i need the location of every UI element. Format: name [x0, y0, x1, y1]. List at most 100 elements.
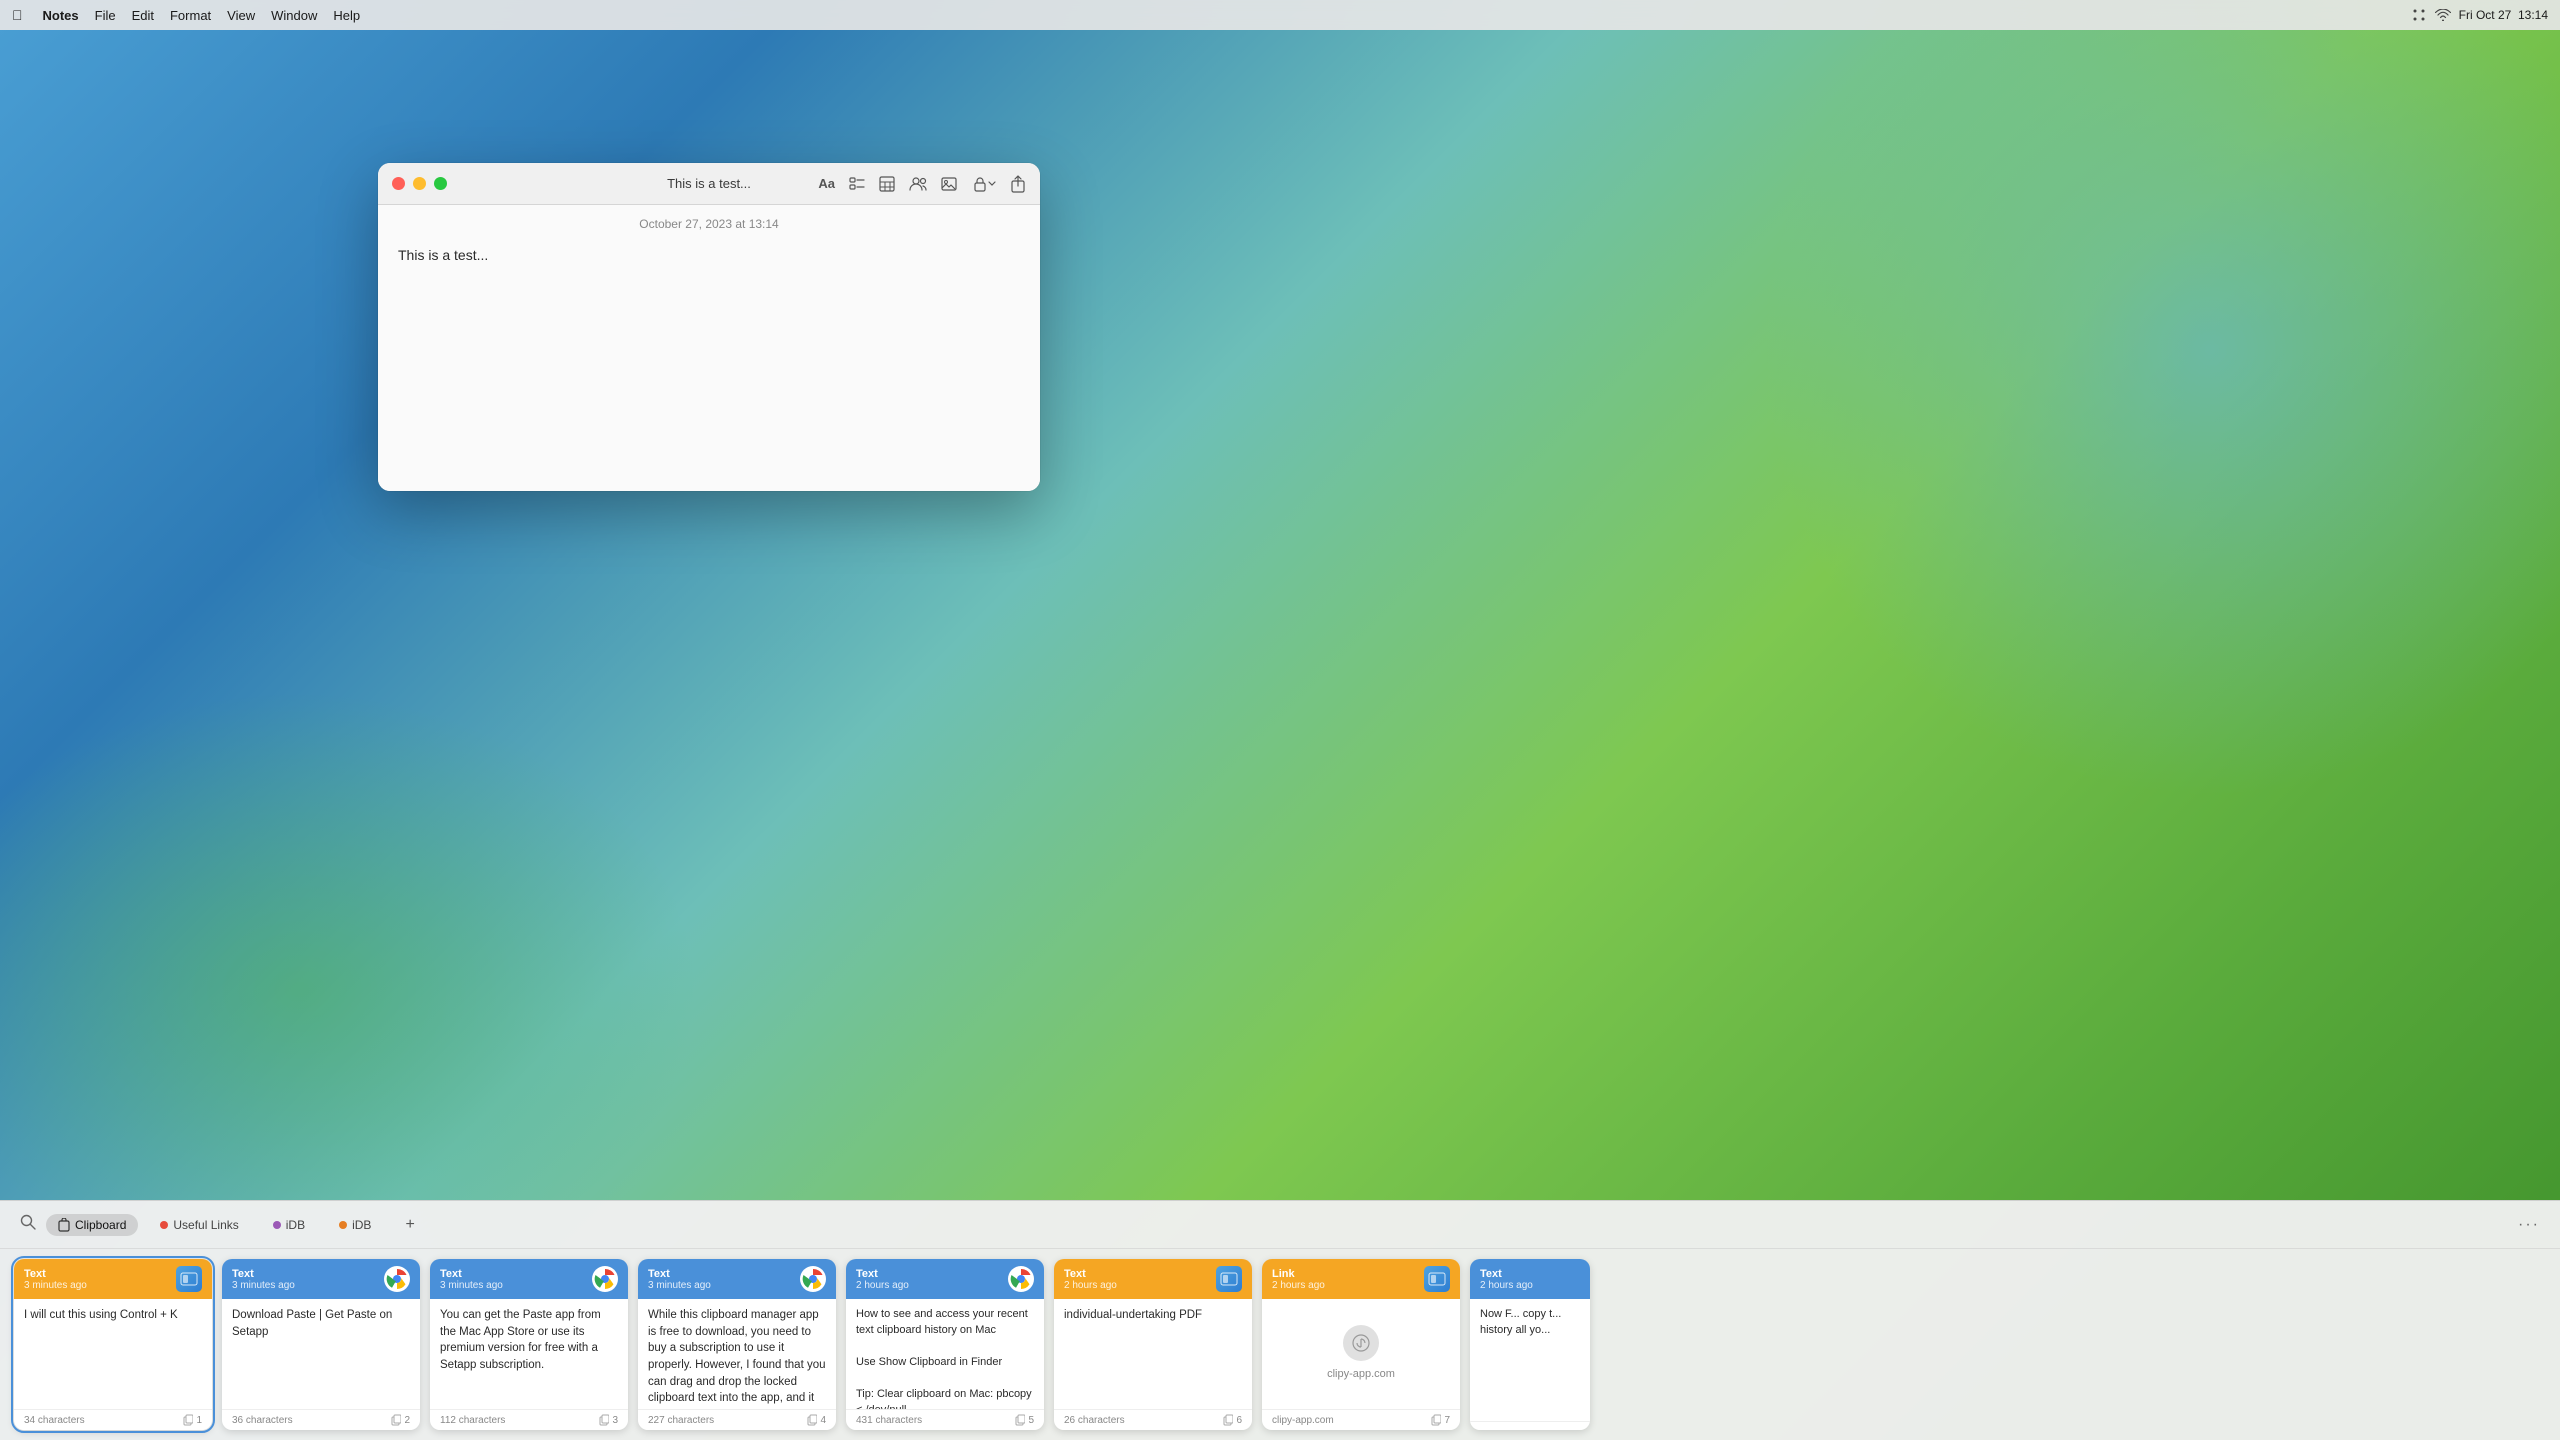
window-controls [392, 177, 447, 190]
clip-card-2-copy-count: 2 [404, 1415, 410, 1426]
tab-idb-2[interactable]: iDB [327, 1214, 383, 1236]
export-icon[interactable] [1010, 175, 1026, 193]
clip-card-4[interactable]: Text 3 minutes ago While this clipboard … [638, 1259, 836, 1430]
tab-idb-1[interactable]: iDB [261, 1214, 317, 1236]
clip-card-1-chars: 34 characters [24, 1415, 85, 1426]
menubar-format[interactable]: Format [170, 8, 211, 23]
clip-card-6-body: individual-undertaking PDF [1054, 1299, 1252, 1409]
link-preview-icon [1343, 1325, 1379, 1361]
format-text-icon[interactable]: Aa [818, 176, 835, 191]
clip-card-8[interactable]: Text 2 hours ago Now F... copy t... hist… [1470, 1259, 1590, 1430]
clip-card-1-app-icon [176, 1266, 202, 1292]
clip-card-4-body: While this clipboard manager app is free… [638, 1299, 836, 1409]
add-tab-button[interactable]: + [393, 1213, 426, 1237]
clip-card-6-copy-count: 6 [1236, 1415, 1242, 1426]
lock-icon[interactable] [973, 176, 996, 192]
clip-card-7-type: Link [1272, 1268, 1325, 1280]
menubar-edit[interactable]: Edit [132, 8, 154, 23]
clip-card-5-footer: 431 characters 5 [846, 1409, 1044, 1430]
copies-icon-6 [1223, 1414, 1233, 1426]
clip-card-7-footer: clipy-app.com 7 [1262, 1409, 1460, 1430]
control-center-icon[interactable] [2411, 7, 2427, 23]
window-maximize-button[interactable] [434, 177, 447, 190]
tab-clipboard-label: Clipboard [75, 1218, 126, 1232]
share-collaborators-icon[interactable] [909, 176, 927, 192]
idb1-dot [273, 1221, 281, 1229]
clip-card-2-copies: 2 [391, 1414, 410, 1426]
window-minimize-button[interactable] [413, 177, 426, 190]
menubar-window[interactable]: Window [271, 8, 317, 23]
clip-card-5-type: Text [856, 1268, 909, 1280]
clip-card-3-time: 3 minutes ago [440, 1280, 503, 1291]
clip-card-5-meta: Text 2 hours ago [856, 1268, 909, 1291]
clip-card-5-header: Text 2 hours ago [846, 1259, 1044, 1299]
copies-icon-3 [599, 1414, 609, 1426]
note-text[interactable]: This is a test... [398, 245, 1020, 266]
tab-useful-links[interactable]: Useful Links [148, 1214, 250, 1236]
copies-icon-5 [1015, 1414, 1025, 1426]
menubar-file[interactable]: File [95, 8, 116, 23]
clipboard-bar: Clipboard Useful Links iDB iDB + ··· [0, 1200, 2560, 1440]
clip-card-8-header: Text 2 hours ago [1470, 1259, 1590, 1299]
clip-card-2-footer: 36 characters 2 [222, 1409, 420, 1430]
menubar-left:  Notes File Edit Format View Window Hel… [12, 7, 360, 23]
apple-menu[interactable]:  [12, 7, 23, 23]
copies-icon-4 [807, 1414, 817, 1426]
useful-links-dot [160, 1221, 168, 1229]
clip-card-7-chars: clipy-app.com [1272, 1415, 1334, 1426]
menubar-right: Fri Oct 27 13:14 [2411, 7, 2548, 23]
clip-card-7-header: Link 2 hours ago [1262, 1259, 1460, 1299]
clip-card-7-copies: 7 [1431, 1414, 1450, 1426]
window-content[interactable]: October 27, 2023 at 13:14 This is a test… [378, 205, 1040, 491]
clipboard-cards-container: Text 3 minutes ago I will cut this using… [0, 1249, 2560, 1440]
clip-card-1[interactable]: Text 3 minutes ago I will cut this using… [14, 1259, 212, 1430]
clip-card-5[interactable]: Text 2 hours ago How to see and access y… [846, 1259, 1044, 1430]
menubar-app-name[interactable]: Notes [43, 8, 79, 23]
clip-card-2-chars: 36 characters [232, 1415, 293, 1426]
tab-useful-links-label: Useful Links [173, 1218, 238, 1232]
clip-card-3-copy-count: 3 [612, 1415, 618, 1426]
menubar-datetime: Fri Oct 27 13:14 [2459, 8, 2548, 22]
clip-card-4-time: 3 minutes ago [648, 1280, 711, 1291]
tab-idb1-label: iDB [286, 1218, 305, 1232]
clip-card-1-footer: 34 characters 1 [14, 1409, 212, 1430]
clip-card-6-header: Text 2 hours ago [1054, 1259, 1252, 1299]
menubar-system-icons [2411, 7, 2427, 23]
clip-card-1-content: I will cut this using Control + K [24, 1309, 178, 1321]
table-icon[interactable] [879, 176, 895, 192]
clip-card-3-body: You can get the Paste app from the Mac A… [430, 1299, 628, 1409]
clip-card-7-app-icon [1424, 1266, 1450, 1292]
menubar-help[interactable]: Help [333, 8, 360, 23]
clip-card-3-copies: 3 [599, 1414, 618, 1426]
notes-window: This is a test... Aa [378, 163, 1040, 491]
clip-card-8-body: Now F... copy t... history all yo... [1470, 1299, 1590, 1421]
clipboard-more-button[interactable]: ··· [2518, 1216, 2540, 1234]
clip-card-3-header: Text 3 minutes ago [430, 1259, 628, 1299]
clip-card-2[interactable]: Text 3 minutes ago Download Paste | Get … [222, 1259, 420, 1430]
checklist-icon[interactable] [849, 176, 865, 192]
clip-card-5-copies: 5 [1015, 1414, 1034, 1426]
clip-card-1-time: 3 minutes ago [24, 1280, 87, 1291]
copies-icon-2 [391, 1414, 401, 1426]
menubar-view[interactable]: View [227, 8, 255, 23]
menubar:  Notes File Edit Format View Window Hel… [0, 0, 2560, 30]
image-icon[interactable] [941, 176, 959, 192]
clip-card-5-copy-count: 5 [1028, 1415, 1034, 1426]
clip-card-6[interactable]: Text 2 hours ago individual-undertaking … [1054, 1259, 1252, 1430]
tab-clipboard[interactable]: Clipboard [46, 1214, 138, 1236]
clip-card-2-meta: Text 3 minutes ago [232, 1268, 295, 1291]
clip-card-3[interactable]: Text 3 minutes ago You can get the Paste… [430, 1259, 628, 1430]
clip-card-3-footer: 112 characters 3 [430, 1409, 628, 1430]
clip-card-7-copy-count: 7 [1444, 1415, 1450, 1426]
clipboard-search-icon[interactable] [20, 1214, 36, 1235]
clip-card-3-chars: 112 characters [440, 1415, 505, 1426]
clip-card-7-meta: Link 2 hours ago [1272, 1268, 1325, 1291]
clipboard-toolbar: Clipboard Useful Links iDB iDB + ··· [0, 1201, 2560, 1249]
clip-card-2-type: Text [232, 1268, 295, 1280]
window-title: This is a test... [667, 176, 751, 191]
clip-card-7[interactable]: Link 2 hours ago clipy-app.com clipy-app… [1262, 1259, 1460, 1430]
clip-card-1-header: Text 3 minutes ago [14, 1259, 212, 1299]
window-titlebar: This is a test... Aa [378, 163, 1040, 205]
window-close-button[interactable] [392, 177, 405, 190]
clip-card-4-meta: Text 3 minutes ago [648, 1268, 711, 1291]
